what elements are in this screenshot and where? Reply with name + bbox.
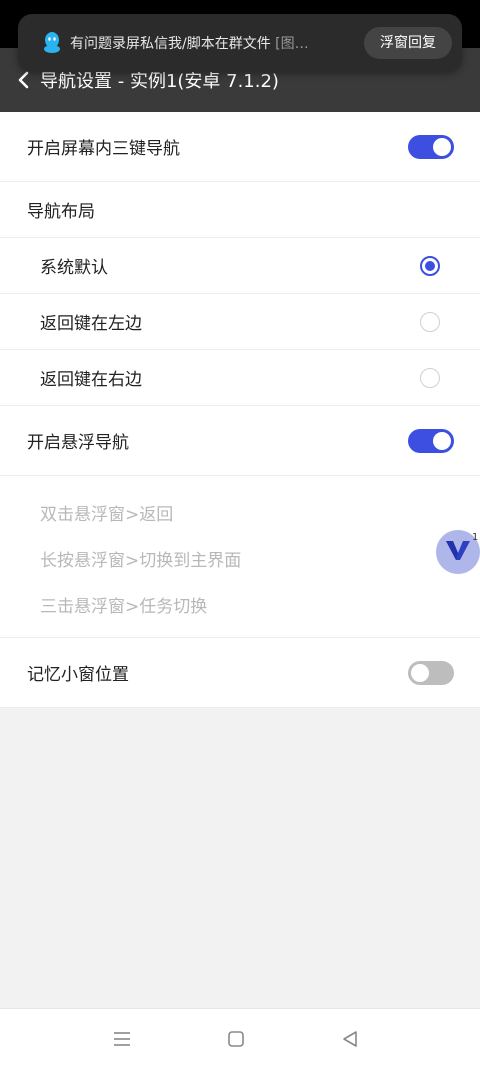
radio-default[interactable]: [420, 255, 440, 276]
float-reply-button[interactable]: 浮窗回复: [364, 27, 452, 59]
floating-nav-label: 开启悬浮导航: [27, 433, 129, 453]
three-key-nav-row[interactable]: 开启屏幕内三键导航: [0, 112, 480, 182]
floating-nav-row[interactable]: 开启悬浮导航: [0, 406, 480, 476]
layout-option-label: 返回键在左边: [40, 314, 142, 334]
back-triangle-icon[interactable]: [338, 1027, 362, 1051]
floating-action-long-press: 长按悬浮窗>切换到主界面: [40, 551, 242, 571]
system-nav-bar: [0, 1008, 480, 1067]
layout-option-label: 系统默认: [40, 258, 108, 278]
floating-action-triple-tap: 三击悬浮窗>任务切换: [40, 597, 208, 617]
radio-left[interactable]: [420, 311, 440, 332]
toggle-knob: [433, 137, 451, 156]
floating-actions-block: 双击悬浮窗>返回 长按悬浮窗>切换到主界面 三击悬浮窗>任务切换: [0, 476, 480, 638]
home-icon[interactable]: [224, 1027, 248, 1051]
menu-icon[interactable]: [110, 1027, 134, 1051]
v-logo-icon: [445, 539, 471, 565]
toggle-knob: [411, 663, 429, 682]
notification-suffix: [图…: [275, 36, 309, 52]
floating-action-double-tap: 双击悬浮窗>返回: [40, 505, 174, 525]
layout-header: 导航布局: [27, 202, 95, 222]
layout-header-row: 导航布局: [0, 182, 480, 238]
qq-icon: [42, 31, 62, 55]
floating-widget-badge: 1: [472, 532, 479, 543]
settings-list: 开启屏幕内三键导航 导航布局 系统默认 返回键在左边 返回键在右边 开启悬浮导航…: [0, 112, 480, 708]
remember-position-toggle[interactable]: [408, 660, 454, 685]
layout-option-label: 返回键在右边: [40, 370, 142, 390]
radio-right[interactable]: [420, 367, 440, 388]
three-key-nav-label: 开启屏幕内三键导航: [27, 139, 180, 159]
layout-option-right[interactable]: 返回键在右边: [0, 350, 480, 406]
remember-position-row[interactable]: 记忆小窗位置: [0, 638, 480, 708]
notification-message: 有问题录屏私信我/脚本在群文件: [70, 36, 271, 52]
floating-nav-toggle[interactable]: [408, 428, 454, 453]
notification-banner[interactable]: 有问题录屏私信我/脚本在群文件 [图… 浮窗回复: [18, 14, 462, 72]
toggle-knob: [433, 431, 451, 450]
layout-option-left[interactable]: 返回键在左边: [0, 294, 480, 350]
layout-option-default[interactable]: 系统默认: [0, 238, 480, 294]
three-key-nav-toggle[interactable]: [408, 134, 454, 159]
remember-position-label: 记忆小窗位置: [27, 665, 129, 685]
notification-text: 有问题录屏私信我/脚本在群文件 [图…: [70, 33, 356, 53]
